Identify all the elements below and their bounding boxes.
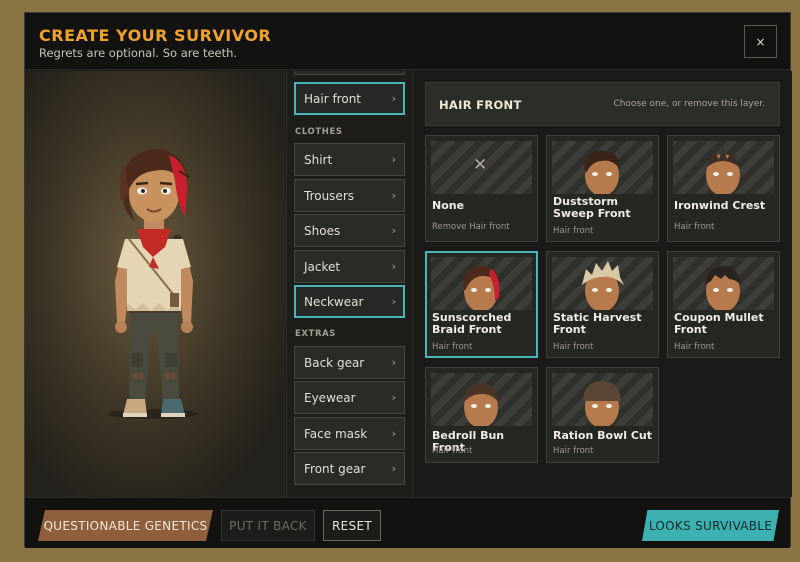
option-card-coupon-mullet-front[interactable]: Coupon Mullet Front Hair front	[667, 251, 780, 358]
x-icon: ✕	[473, 155, 488, 175]
hair-preview-icon	[705, 266, 741, 310]
options-title: HAIR FRONT	[439, 98, 522, 112]
option-name: None	[432, 199, 465, 212]
options-panel: HAIR FRONT Choose one, or remove this la…	[414, 71, 792, 497]
category-item-partial[interactable]	[294, 71, 405, 75]
close-button[interactable]: ×	[744, 25, 777, 58]
category-label: Front gear	[304, 461, 366, 476]
option-subtitle: Hair front	[553, 226, 594, 236]
option-card-sunscorched-braid-front[interactable]: Sunscorched Braid Front Hair front	[425, 251, 538, 358]
option-thumbnail: ✕	[431, 141, 532, 194]
chevron-right-icon: ›	[391, 224, 396, 237]
dialog-title: CREATE YOUR SURVIVOR	[39, 26, 272, 45]
option-subtitle: Remove Hair front	[432, 222, 510, 232]
option-card-static-harvest-front[interactable]: Static Harvest Front Hair front	[546, 251, 659, 358]
option-thumbnail	[431, 373, 532, 426]
option-name: Duststorm Sweep Front	[553, 195, 631, 220]
chevron-right-icon: ›	[391, 295, 396, 308]
reset-button[interactable]: RESET	[323, 510, 381, 541]
chevron-right-icon: ›	[391, 427, 396, 440]
chevron-right-icon: ›	[391, 462, 396, 475]
option-thumbnail	[431, 257, 532, 310]
option-card-duststorm-sweep-front[interactable]: Duststorm Sweep Front Hair front	[546, 135, 659, 242]
category-label: Shoes	[304, 223, 341, 238]
option-subtitle: Hair front	[432, 446, 473, 456]
option-name: Static Harvest Front	[553, 311, 642, 336]
option-thumbnail	[552, 257, 653, 310]
category-label: Jacket	[304, 259, 341, 274]
category-item-shirt[interactable]: Shirt ›	[294, 143, 405, 176]
chevron-right-icon: ›	[391, 260, 396, 273]
chevron-right-icon: ›	[391, 356, 396, 369]
options-hint: Choose one, or remove this layer.	[613, 99, 765, 109]
category-label: Neckwear	[304, 294, 364, 309]
option-card-ration-bowl-cut[interactable]: Ration Bowl Cut Hair front	[546, 367, 659, 463]
create-survivor-dialog: CREATE YOUR SURVIVOR Regrets are optiona…	[24, 12, 792, 548]
category-item-hair-front[interactable]: Hair front ›	[294, 82, 405, 115]
survivor-avatar	[108, 149, 198, 419]
option-thumbnail	[673, 257, 774, 310]
category-label: Eyewear	[304, 390, 356, 405]
options-header: HAIR FRONT Choose one, or remove this la…	[425, 82, 780, 126]
option-subtitle: Hair front	[674, 342, 715, 352]
category-list: Hair front › CLOTHES Shirt › Trousers › …	[286, 71, 413, 497]
looks-survivable-button[interactable]: LOOKS SURVIVABLE	[642, 510, 779, 541]
dialog-subtitle: Regrets are optional. So are teeth.	[39, 46, 238, 60]
option-subtitle: Hair front	[553, 446, 594, 456]
category-label: Shirt	[304, 152, 333, 167]
option-thumbnail	[673, 141, 774, 194]
character-preview	[25, 71, 286, 497]
option-card-bedroll-bun-front[interactable]: Bedroll Bun Front Hair front	[425, 367, 538, 463]
option-name: Ironwind Crest	[674, 199, 766, 212]
section-label-extras: EXTRAS	[295, 329, 337, 339]
category-item-jacket[interactable]: Jacket ›	[294, 250, 405, 283]
chevron-right-icon: ›	[391, 92, 396, 105]
option-thumbnail	[552, 373, 653, 426]
hair-preview-icon	[463, 265, 500, 310]
hair-preview-icon	[463, 383, 499, 426]
option-subtitle: Hair front	[432, 342, 473, 352]
option-thumbnail	[552, 141, 653, 194]
category-item-trousers[interactable]: Trousers ›	[294, 179, 405, 212]
hair-preview-icon	[583, 381, 621, 426]
category-item-face-mask[interactable]: Face mask ›	[294, 417, 405, 450]
option-card-none[interactable]: ✕ None Remove Hair front	[425, 135, 538, 242]
category-item-back-gear[interactable]: Back gear ›	[294, 346, 405, 379]
option-card-ironwind-crest[interactable]: Ironwind Crest Hair front	[667, 135, 780, 242]
category-label: Back gear	[304, 355, 365, 370]
chevron-right-icon: ›	[391, 391, 396, 404]
option-name: Sunscorched Braid Front	[432, 311, 512, 336]
option-subtitle: Hair front	[674, 222, 715, 232]
category-item-shoes[interactable]: Shoes ›	[294, 214, 405, 247]
dialog-header: CREATE YOUR SURVIVOR Regrets are optiona…	[25, 13, 790, 70]
put-it-back-button[interactable]: PUT IT BACK	[221, 510, 315, 541]
hair-preview-icon	[582, 261, 624, 310]
dialog-footer: QUESTIONABLE GENETICS PUT IT BACK RESET …	[25, 497, 790, 548]
category-item-front-gear[interactable]: Front gear ›	[294, 452, 405, 485]
hair-preview-icon	[584, 150, 620, 194]
option-name: Ration Bowl Cut	[553, 429, 653, 442]
option-name: Coupon Mullet Front	[674, 311, 764, 336]
chevron-right-icon: ›	[391, 153, 396, 166]
hair-preview-icon	[706, 147, 740, 194]
category-label: Hair front	[304, 91, 362, 106]
category-item-neckwear[interactable]: Neckwear ›	[294, 285, 405, 318]
category-label: Trousers	[304, 188, 355, 203]
category-item-eyewear[interactable]: Eyewear ›	[294, 381, 405, 414]
section-label-clothes: CLOTHES	[295, 127, 343, 137]
option-subtitle: Hair front	[553, 342, 594, 352]
category-label: Face mask	[304, 426, 368, 441]
chevron-right-icon: ›	[391, 189, 396, 202]
questionable-genetics-button[interactable]: QUESTIONABLE GENETICS	[38, 510, 213, 541]
